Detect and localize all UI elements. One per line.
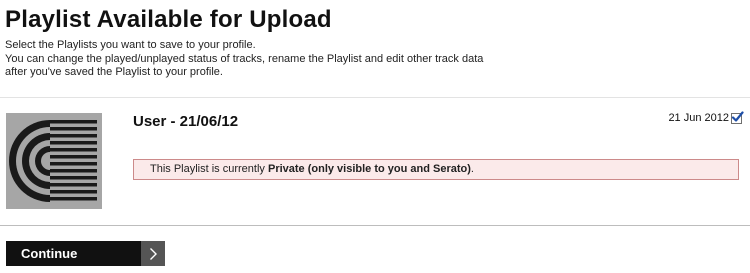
- chevron-right-icon: [141, 241, 165, 266]
- playlist-select-checkbox[interactable]: [731, 110, 744, 124]
- playlist-artwork-icon: [6, 113, 102, 209]
- playlist-date-row: 21 Jun 2012: [668, 110, 744, 124]
- checkmark-icon: [731, 110, 744, 122]
- playlist-date: 21 Jun 2012: [668, 112, 729, 124]
- privacy-notice-suffix: .: [470, 163, 474, 175]
- privacy-status: Private (only visible to you and Serato): [267, 163, 471, 175]
- continue-button[interactable]: Continue: [6, 241, 165, 266]
- playlist-name: User - 21/06/12: [133, 113, 239, 130]
- privacy-notice-prefix: This Playlist is currently: [150, 163, 268, 175]
- bottom-divider: [0, 225, 750, 226]
- privacy-notice: This Playlist is currently Private (only…: [133, 159, 739, 180]
- intro-text: Select the Playlists you want to save to…: [5, 39, 483, 80]
- top-divider: [0, 97, 750, 98]
- intro-line-3: after you've saved the Playlist to your …: [5, 66, 223, 78]
- intro-line-1: Select the Playlists you want to save to…: [5, 39, 256, 51]
- intro-line-2: You can change the played/unplayed statu…: [5, 52, 484, 65]
- continue-button-label: Continue: [21, 246, 78, 261]
- page-title: Playlist Available for Upload: [5, 6, 332, 33]
